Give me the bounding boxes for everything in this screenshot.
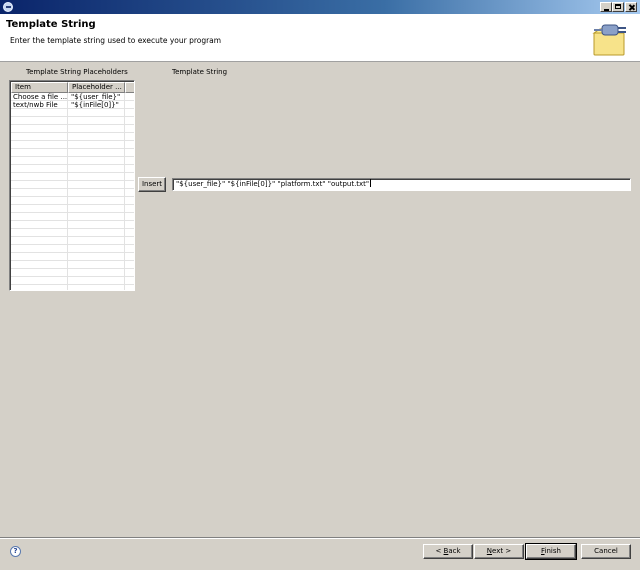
table-row-empty xyxy=(11,213,134,221)
table-row-empty xyxy=(11,165,134,173)
table-row[interactable]: text/nwb File "${inFile[0]}" xyxy=(11,101,134,109)
back-label-post: ack xyxy=(448,547,461,555)
finish-label-post: inish xyxy=(544,547,561,555)
footer-separator xyxy=(0,537,640,539)
column-header-placeholder[interactable]: Placeholder ... xyxy=(68,82,125,93)
table-row-empty xyxy=(11,253,134,261)
minimize-icon[interactable] xyxy=(600,2,612,12)
back-button[interactable]: < Back xyxy=(423,544,473,559)
column-header-item[interactable]: Item xyxy=(11,82,68,93)
table-cell-item: Choose a file ... xyxy=(13,93,68,101)
next-label-post: ext > xyxy=(492,547,512,555)
table-cell-placeholder: "${user_file}" xyxy=(71,93,121,101)
table-row-empty xyxy=(11,221,134,229)
placeholders-label: Template String Placeholders xyxy=(26,68,128,76)
table-row-empty xyxy=(11,277,134,285)
template-string-label: Template String xyxy=(172,68,228,76)
table-cell-placeholder: "${inFile[0]}" xyxy=(71,101,119,109)
window-titlebar[interactable] xyxy=(0,0,640,14)
placeholders-table[interactable]: Item Placeholder ... Choose a file ... "… xyxy=(9,80,135,291)
table-row-empty xyxy=(11,197,134,205)
table-row-empty xyxy=(11,149,134,157)
wizard-header: Template String Enter the template strin… xyxy=(0,14,640,62)
wizard-plug-folder-icon xyxy=(592,24,626,56)
page-title: Template String xyxy=(6,19,96,30)
insert-button[interactable]: Insert xyxy=(138,177,166,192)
table-row-empty xyxy=(11,189,134,197)
next-button[interactable]: Next > xyxy=(474,544,524,559)
table-row-empty xyxy=(11,237,134,245)
cancel-button[interactable]: Cancel xyxy=(581,544,631,559)
table-row-empty xyxy=(11,117,134,125)
table-row-empty xyxy=(11,133,134,141)
table-row-empty xyxy=(11,125,134,133)
column-header-filler xyxy=(125,82,134,93)
table-row-empty xyxy=(11,229,134,237)
table-cell-item: text/nwb File xyxy=(13,101,58,109)
template-string-value: "${user_file}" "${inFile[0]}" "platform.… xyxy=(176,180,370,188)
table-row-empty xyxy=(11,245,134,253)
table-row-empty xyxy=(11,285,134,290)
table-row-empty xyxy=(11,269,134,277)
table-row-empty xyxy=(11,141,134,149)
table-row-empty xyxy=(11,109,134,117)
table-row-empty xyxy=(11,205,134,213)
finish-button[interactable]: Finish xyxy=(525,543,577,560)
table-row-empty xyxy=(11,261,134,269)
close-icon[interactable] xyxy=(625,2,637,12)
table-row-empty xyxy=(11,181,134,189)
table-header-row: Item Placeholder ... xyxy=(11,82,134,93)
table-row-empty xyxy=(11,173,134,181)
app-icon xyxy=(3,2,13,12)
text-caret xyxy=(370,179,372,187)
help-icon[interactable]: ? xyxy=(10,546,21,557)
table-row-empty xyxy=(11,157,134,165)
maximize-icon[interactable] xyxy=(612,2,624,12)
template-string-input[interactable]: "${user_file}" "${inFile[0]}" "platform.… xyxy=(172,178,631,191)
back-label-pre: < xyxy=(435,547,444,555)
page-description: Enter the template string used to execut… xyxy=(10,36,222,45)
table-row[interactable]: Choose a file ... "${user_file}" xyxy=(11,93,134,101)
